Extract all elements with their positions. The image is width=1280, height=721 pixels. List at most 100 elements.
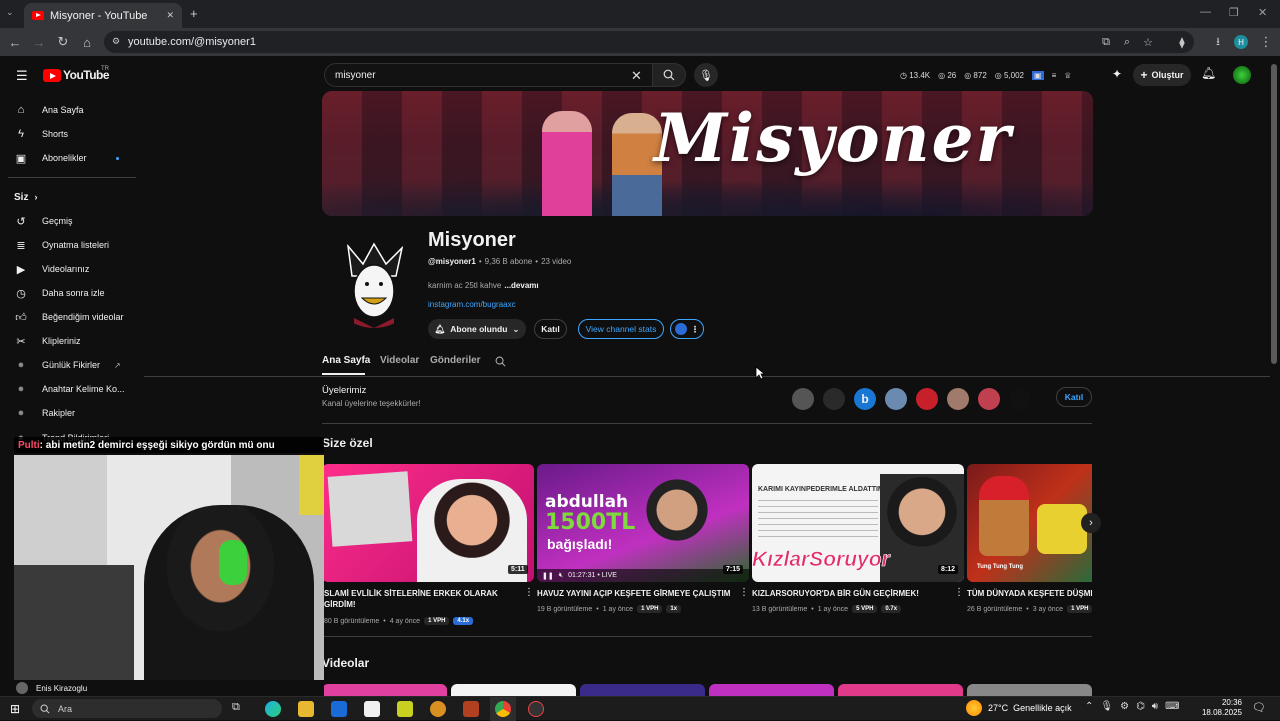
join-button[interactable]: Katıl bbox=[534, 319, 567, 339]
sidebar-item-competitors[interactable]: ● Rakipler bbox=[14, 402, 75, 424]
create-button[interactable]: + Oluştur bbox=[1133, 64, 1191, 86]
video-thumbnail[interactable] bbox=[709, 684, 834, 696]
video-menu-icon[interactable]: ⋮ bbox=[524, 587, 534, 598]
video-title[interactable]: HAVUZ YAYINI AÇIP KEŞFETE GİRMEYE ÇALIŞT… bbox=[537, 588, 737, 599]
sidebar-item-your-videos[interactable]: ▶ Videolarınız bbox=[14, 258, 90, 280]
bookmark-star-icon[interactable]: ☆ bbox=[1139, 33, 1157, 51]
tab-home[interactable]: Ana Sayfa bbox=[322, 355, 370, 366]
view-channel-stats-button[interactable]: View channel stats bbox=[578, 319, 664, 339]
forward-icon[interactable]: → bbox=[30, 33, 48, 51]
video-thumbnail[interactable] bbox=[322, 684, 447, 696]
ai-extension-icon[interactable]: ✦ bbox=[1112, 67, 1122, 81]
video-thumbnail[interactable] bbox=[580, 684, 705, 696]
members-join-button[interactable]: Katıl bbox=[1056, 387, 1092, 407]
sidebar-item-subscriptions[interactable]: ▣ Abonelikler bbox=[14, 147, 87, 169]
channel-search-icon[interactable] bbox=[495, 356, 506, 367]
sidebar-item-keywords[interactable]: ● Anahtar Kelime Ko... bbox=[14, 378, 125, 400]
sidebar-item-clips[interactable]: ✂ Klipleriniz bbox=[14, 330, 80, 352]
file-explorer-icon[interactable] bbox=[298, 701, 314, 717]
reload-icon[interactable]: ↻ bbox=[54, 33, 72, 51]
sidebar-item-watch-later[interactable]: ◷ Daha sonra izle bbox=[14, 282, 104, 304]
obs-icon[interactable] bbox=[528, 701, 544, 717]
new-tab-button[interactable]: + bbox=[190, 6, 198, 21]
video-thumbnail[interactable]: 5:11 bbox=[322, 464, 534, 582]
member-avatar[interactable] bbox=[978, 388, 1000, 410]
member-avatar[interactable]: b bbox=[854, 388, 876, 410]
taskbar-search-input[interactable]: Ara bbox=[32, 699, 222, 718]
search-input[interactable]: misyoner ✕ bbox=[324, 63, 654, 87]
notifications-bell-icon[interactable]: 🔔︎ bbox=[1201, 66, 1216, 80]
video-thumbnail[interactable]: Tung Tung Tung bbox=[967, 464, 1092, 582]
edge-icon[interactable] bbox=[265, 701, 281, 717]
video-thumbnail[interactable]: abdullah 1500TL bağışladı! ❚❚ 🔇︎ 01:27:31… bbox=[537, 464, 749, 582]
video-title[interactable]: KIZLARSORUYOR'DA BİR GÜN GEÇİRMEK! bbox=[752, 588, 952, 599]
extension-badge-icon[interactable]: ▣ bbox=[1032, 70, 1044, 80]
site-info-icon[interactable]: ⚙ bbox=[112, 36, 122, 46]
brave-icon[interactable] bbox=[430, 701, 446, 717]
tab-videos[interactable]: Videolar bbox=[380, 355, 419, 366]
weather-icon[interactable] bbox=[966, 700, 982, 716]
downloads-icon[interactable]: ⭳ bbox=[1209, 33, 1227, 51]
tab-list-icon[interactable]: ⌄ bbox=[6, 7, 20, 21]
close-tab-icon[interactable]: ✕ bbox=[166, 10, 174, 21]
close-window-icon[interactable]: ✕ bbox=[1258, 6, 1267, 19]
sidebar-item-history[interactable]: ↺ Geçmiş bbox=[14, 210, 72, 232]
clear-search-icon[interactable]: ✕ bbox=[631, 68, 642, 84]
user-avatar[interactable] bbox=[1233, 66, 1251, 84]
sidebar-you-header[interactable]: Siz › bbox=[14, 186, 37, 208]
profile-avatar[interactable]: H bbox=[1234, 35, 1248, 49]
address-bar[interactable]: youtube.com/@misyoner1 bbox=[104, 31, 1194, 53]
mute-icon[interactable]: 🔇︎ bbox=[559, 572, 563, 580]
member-avatar[interactable] bbox=[885, 388, 907, 410]
outlook-icon[interactable] bbox=[331, 701, 347, 717]
zoom-icon[interactable]: ⌕ bbox=[1118, 33, 1136, 51]
extensions-icon[interactable]: ⧫ bbox=[1173, 33, 1191, 51]
subscribed-button[interactable]: 🔔︎ Abone olundu ⌄ bbox=[428, 319, 526, 339]
browser-tab[interactable]: Misyoner - YouTube ✕ bbox=[24, 3, 182, 28]
extension-tools-button[interactable]: ⋮ bbox=[670, 319, 704, 339]
more-link[interactable]: ...devamı bbox=[504, 281, 538, 290]
page-scrollbar[interactable] bbox=[1271, 64, 1277, 364]
windows-start-icon[interactable]: ⊞ bbox=[10, 702, 20, 716]
store-icon[interactable] bbox=[364, 701, 380, 717]
sidebar-item-home[interactable]: ⌂ Ana Sayfa bbox=[14, 99, 84, 121]
minimize-icon[interactable]: — bbox=[1200, 6, 1211, 18]
award-icon[interactable]: ♕ bbox=[1064, 71, 1071, 80]
search-button[interactable] bbox=[652, 63, 686, 87]
home-browser-icon[interactable]: ⌂ bbox=[78, 33, 96, 51]
channel-link[interactable]: instagram.com/bugraaxc bbox=[428, 300, 516, 309]
channel-description[interactable]: karnim ac 25tl kahve ...devamı bbox=[428, 281, 539, 290]
video-thumbnail[interactable] bbox=[451, 684, 576, 696]
app-icon[interactable] bbox=[463, 701, 479, 717]
video-title[interactable]: TÜM DÜNYADA KEŞFETE DÜŞME bbox=[967, 588, 1092, 599]
system-tray[interactable]: ⌃ 🎙 ⚙ ⌬ 🔊︎ ⌨ bbox=[1085, 701, 1180, 712]
youtube-logo-icon[interactable] bbox=[43, 69, 61, 82]
sidebar-item-daily-ideas[interactable]: ● Günlük Fikirler ↗ bbox=[14, 354, 121, 376]
chrome-icon[interactable] bbox=[495, 701, 511, 717]
sidebar-item-liked[interactable]: 👍︎ Beğendiğim videolar bbox=[14, 306, 123, 328]
sidebar-item-shorts[interactable]: ϟ Shorts bbox=[14, 123, 68, 145]
browser-menu-icon[interactable]: ⋮ bbox=[1257, 33, 1275, 51]
list-icon[interactable]: ≡ bbox=[1052, 71, 1057, 80]
video-thumbnail[interactable] bbox=[838, 684, 963, 696]
clock[interactable]: 20:36 18.08.2025 bbox=[1198, 698, 1242, 718]
member-avatar[interactable] bbox=[916, 388, 938, 410]
task-view-icon[interactable]: ⧉ bbox=[232, 701, 248, 717]
video-menu-icon[interactable]: ⋮ bbox=[739, 587, 749, 598]
pause-icon[interactable]: ❚❚ bbox=[542, 572, 554, 580]
video-thumbnail[interactable]: KARIMI KAYINPEDERIMLE ALDATTIM KızlarSor… bbox=[752, 464, 964, 582]
video-thumbnail[interactable] bbox=[967, 684, 1092, 696]
carousel-next-button[interactable]: › bbox=[1081, 513, 1101, 533]
winamp-icon[interactable] bbox=[397, 701, 413, 717]
channel-avatar[interactable] bbox=[328, 236, 420, 328]
hamburger-menu-icon[interactable]: ☰ bbox=[16, 68, 28, 84]
video-title[interactable]: SLAMİ EVLİLİK SİTELERİNE ERKEK OLARAK GİR… bbox=[324, 588, 519, 610]
player-controls[interactable]: ❚❚ 🔇︎ 01:27:31 • LIVE bbox=[537, 569, 749, 582]
video-menu-icon[interactable]: ⋮ bbox=[954, 587, 964, 598]
notification-center-icon[interactable]: 🗨 bbox=[1252, 701, 1266, 714]
member-avatar[interactable] bbox=[1009, 388, 1031, 410]
member-avatar[interactable] bbox=[792, 388, 814, 410]
member-avatar[interactable] bbox=[823, 388, 845, 410]
maximize-icon[interactable]: ❐ bbox=[1229, 6, 1239, 19]
member-avatar[interactable] bbox=[947, 388, 969, 410]
